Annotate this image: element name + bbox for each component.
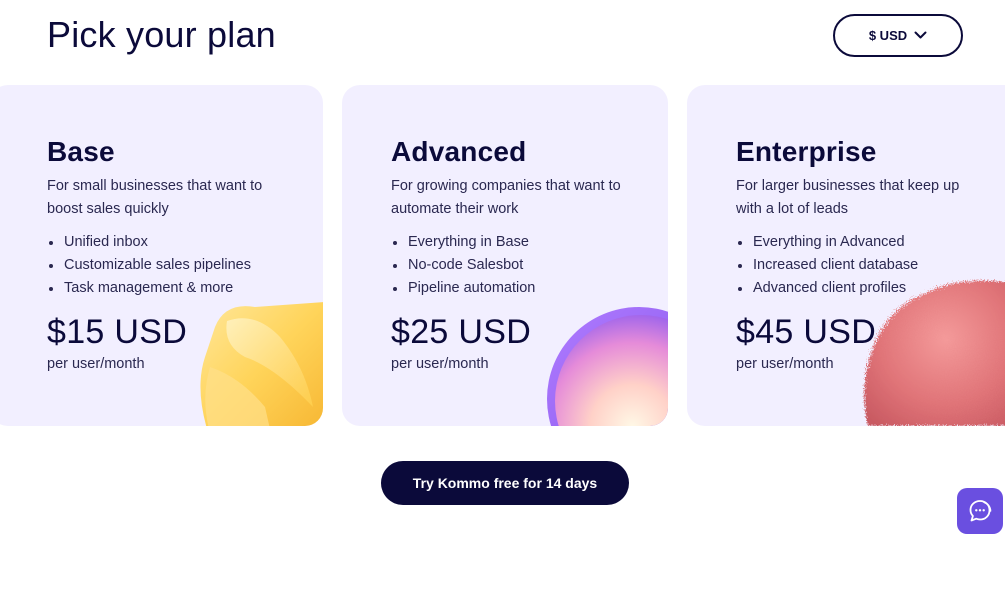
plan-price: $45 USD <box>736 313 877 351</box>
currency-select[interactable]: $ USD <box>833 14 963 57</box>
feature-item: Customizable sales pipelines <box>47 254 251 277</box>
plan-description: For small businesses that want to boost … <box>47 178 263 217</box>
plan-name: Advanced <box>391 136 527 167</box>
plan-card-advanced: Advanced For growing companies that want… <box>342 85 668 426</box>
chevron-down-icon <box>914 31 927 39</box>
feature-item: Everything in Base <box>391 231 535 254</box>
feature-list: Unified inbox Customizable sales pipelin… <box>47 231 251 300</box>
plan-name: Base <box>47 136 115 167</box>
currency-label: $ USD <box>868 28 908 43</box>
page-title: Pick your plan <box>47 14 276 55</box>
chat-widget-button[interactable] <box>957 488 1003 534</box>
feature-item: No-code Salesbot <box>391 254 535 277</box>
plan-description: For growing companies that want to autom… <box>391 178 621 217</box>
feature-item: Increased client database <box>736 254 918 277</box>
feature-item: Unified inbox <box>47 231 251 254</box>
free-trial-button[interactable]: Try Kommo free for 14 days <box>381 461 629 505</box>
feature-item: Everything in Advanced <box>736 231 918 254</box>
plan-card-enterprise: Enterprise For larger businesses that ke… <box>687 85 1005 426</box>
price-period: per user/month <box>391 356 489 372</box>
chat-bubble-icon <box>969 500 992 522</box>
plan-price: $25 USD <box>391 313 532 351</box>
plan-description: For larger businesses that keep up with … <box>736 178 960 217</box>
feature-item: Task management & more <box>47 277 251 300</box>
feature-list: Everything in Advanced Increased client … <box>736 231 918 300</box>
price-period: per user/month <box>736 356 834 372</box>
plan-price: $15 USD <box>47 313 188 351</box>
feature-list: Everything in Base No-code Salesbot Pipe… <box>391 231 535 300</box>
plan-card-base: Base For small businesses that want to b… <box>0 85 323 426</box>
feature-item: Advanced client profiles <box>736 277 918 300</box>
feature-item: Pipeline automation <box>391 277 535 300</box>
plan-name: Enterprise <box>736 136 877 167</box>
price-period: per user/month <box>47 356 145 372</box>
